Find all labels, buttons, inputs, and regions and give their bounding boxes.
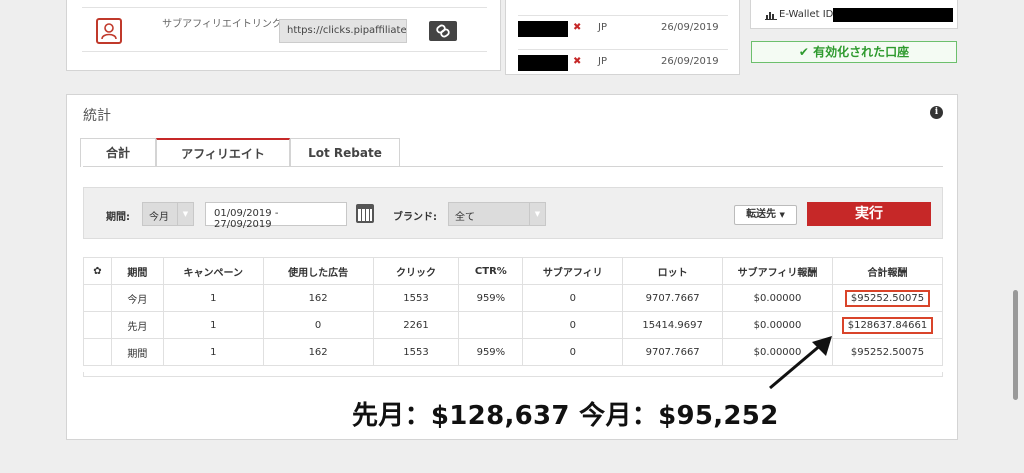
tab-total[interactable]: 合計 [80,138,156,167]
table-cell: 15414.9697 [622,311,724,339]
accounts-panel: ✖ JP 26/09/2019 ✖ JP 26/09/2019 [505,0,740,75]
table-cell: $95252.50075 [831,338,944,366]
table-cell: $0.00000 [722,284,833,312]
account-date: 26/09/2019 [661,22,719,33]
brand-label: ブランド: [393,212,437,223]
highlighted-total: $95252.50075 [844,289,931,307]
table-cell: 959% [458,284,524,312]
copy-link-button[interactable] [429,21,457,41]
info-icon[interactable]: i [930,106,943,119]
date-range-input[interactable]: 01/09/2019 - 27/09/2019 [205,202,347,230]
run-button[interactable]: 実行 [807,202,931,226]
column-header[interactable]: CTR% [458,257,524,285]
redacted-account-id [518,21,568,37]
table-cell: 0 [522,338,624,366]
table-header-row: ✿ 期間 キャンペーン 使用した広告 クリック CTR% サブアフィリ ロット … [83,257,944,285]
highlighted-total: $128637.84661 [841,316,934,334]
account-country: JP [598,22,607,33]
brand-select[interactable]: 全て ▼ [448,202,546,226]
affiliate-panel: サブアフィリエイトリンク https://clicks.pipaffiliate… [66,0,501,71]
column-header[interactable]: サブアフィリ [522,257,624,285]
table-cell: 1 [162,338,264,366]
table-cell: 162 [262,284,374,312]
ewallet-label: E-Wallet ID [779,9,834,20]
table-cell: 1 [162,311,264,339]
transfer-dropdown-button[interactable]: 転送先 ▼ [734,205,797,225]
cross-icon: ✖ [573,56,582,67]
table-cell: 2261 [372,311,460,339]
annotation-arrow-icon [769,336,832,390]
redacted-account-id [518,55,568,71]
brand-select-value: 全て [455,212,475,223]
table-cell: 先月 [110,311,164,339]
table-cell: 162 [262,338,374,366]
account-active-badge: ✔ 有効化された口座 [751,41,957,63]
table-cell: 1 [162,284,264,312]
table-cell [83,311,112,339]
table-cell: 0 [522,284,624,312]
account-row: ✖ JP 26/09/2019 [518,15,728,39]
column-header[interactable]: 期間 [110,257,164,285]
wallet-panel: E-Wallet ID [750,0,958,29]
period-label: 期間: [106,212,130,223]
table-cell: 期間 [110,338,164,366]
period-select[interactable]: 今月 ▼ [142,202,194,226]
sublink-label: サブアフィリエイトリンク [162,19,282,30]
table-cell [458,311,524,339]
table-cell: $95252.50075 [831,284,944,312]
account-date: 26/09/2019 [661,56,719,67]
table-cell: 959% [458,338,524,366]
table-cell: 9707.7667 [622,284,724,312]
calendar-icon[interactable] [356,204,374,223]
table-cell [83,284,112,312]
table-cell: $128637.84661 [831,311,944,339]
annotation-text: 先月：$128,637 今月：$95,252 [352,401,779,431]
chevron-down-icon: ▼ [529,203,545,225]
chevron-down-icon: ▼ [177,203,193,225]
chain-link-icon [436,24,450,38]
column-header[interactable]: 合計報酬 [831,257,944,285]
sublink-row: サブアフィリエイトリンク https://clicks.pipaffiliate… [82,7,487,52]
period-select-value: 今月 [149,212,169,223]
table-cell: 0 [522,311,624,339]
sublink-url-field[interactable]: https://clicks.pipaffiliates.com [279,19,407,43]
account-active-label: 有効化された口座 [813,45,910,59]
bar-chart-icon [765,12,777,20]
filter-bar: 期間: 今月 ▼ 01/09/2019 - 27/09/2019 ブランド: 全… [83,187,943,239]
column-header[interactable]: サブアフィリ報酬 [722,257,833,285]
tab-affiliate[interactable]: アフィリエイト [156,138,290,167]
redacted-ewallet-id [833,8,953,22]
person-badge-icon [96,18,122,44]
stats-title: 統計 [83,108,111,124]
table-cell: 9707.7667 [622,338,724,366]
account-country: JP [598,56,607,67]
table-row: 今月 1 162 1553 959% 0 9707.7667 $0.00000 … [83,284,944,312]
page-scrollbar[interactable] [1013,290,1018,400]
table-cell: 今月 [110,284,164,312]
check-circle-icon: ✔ [798,45,809,59]
table-cell: 1553 [372,284,460,312]
table-cell: 1553 [372,338,460,366]
transfer-label: 転送先 [746,209,777,220]
column-header[interactable]: ロット [622,257,724,285]
column-header[interactable]: クリック [372,257,460,285]
table-cell: 0 [262,311,374,339]
cross-icon: ✖ [573,22,582,33]
table-cell [83,338,112,366]
tab-underline [83,166,943,167]
tab-lot-rebate[interactable]: Lot Rebate [290,138,400,167]
caret-down-icon: ▼ [779,211,785,219]
column-header[interactable]: キャンペーン [162,257,264,285]
account-row: ✖ JP 26/09/2019 [518,49,728,73]
settings-gear-icon[interactable]: ✿ [83,257,112,285]
column-header[interactable]: 使用した広告 [262,257,374,285]
